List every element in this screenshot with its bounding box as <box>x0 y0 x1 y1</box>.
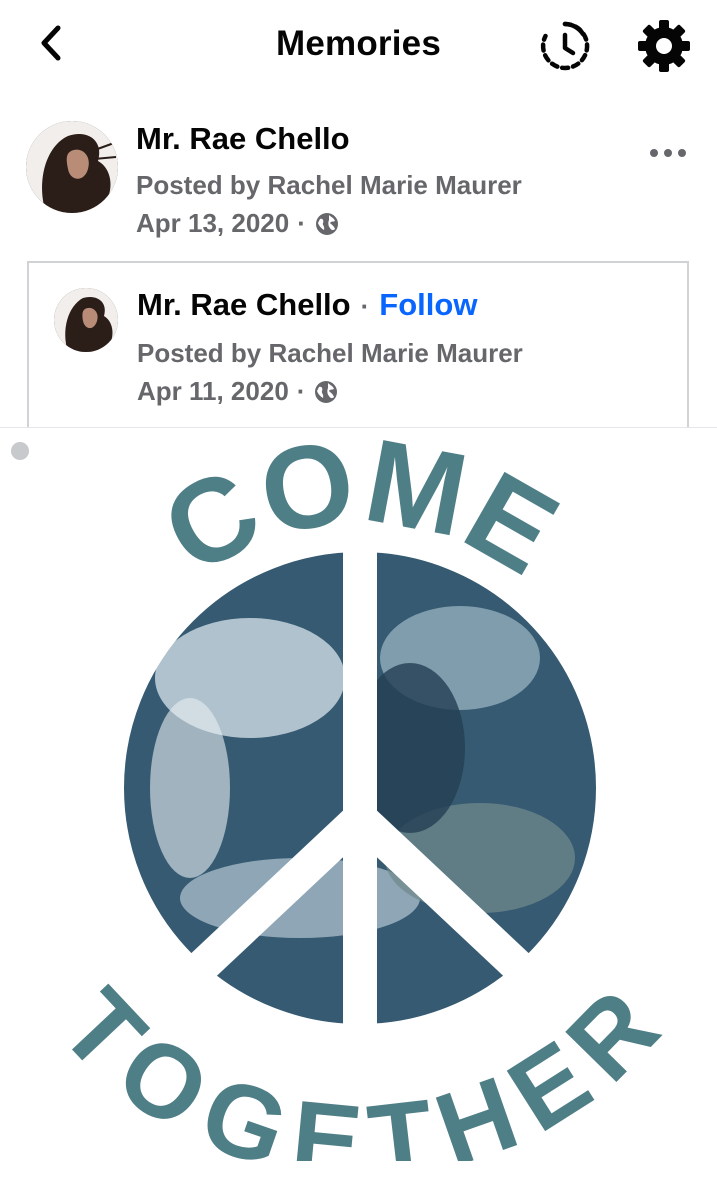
clock-history-icon <box>540 21 590 71</box>
more-horizontal-icon <box>650 149 686 157</box>
shared-post-meta: Apr 11, 2020 · <box>137 376 339 407</box>
settings-button[interactable] <box>634 16 694 76</box>
follow-button[interactable]: Follow <box>379 287 477 323</box>
shared-post-date[interactable]: Apr 11, 2020 <box>137 376 289 407</box>
shared-posted-by: Posted by Rachel Marie Maurer <box>137 338 523 368</box>
top-bar: Memories <box>0 0 717 92</box>
avatar[interactable] <box>26 121 118 213</box>
more-options-button[interactable] <box>644 125 692 161</box>
author-name[interactable]: Mr. Rae Chello <box>136 121 350 157</box>
globe-icon <box>315 380 338 403</box>
shared-author-row: Mr. Rae Chello · Follow <box>137 287 477 323</box>
post-date[interactable]: Apr 13, 2020 <box>136 208 289 239</box>
avatar[interactable] <box>54 288 118 352</box>
back-button[interactable] <box>30 20 76 66</box>
follow-separator: · <box>360 291 370 321</box>
chevron-left-icon <box>41 25 61 61</box>
history-button[interactable] <box>536 17 594 75</box>
post-image[interactable]: COME TOGETHER <box>0 427 717 1161</box>
post-meta: Apr 13, 2020 · <box>136 208 340 239</box>
globe-icon <box>315 212 338 235</box>
image-badge <box>11 442 29 460</box>
shared-author-name[interactable]: Mr. Rae Chello <box>137 287 351 323</box>
gear-icon <box>638 20 690 72</box>
page-title: Memories <box>276 24 441 63</box>
meta-separator: · <box>297 208 306 238</box>
posted-by: Posted by Rachel Marie Maurer <box>136 170 522 200</box>
meta-separator: · <box>296 376 306 406</box>
